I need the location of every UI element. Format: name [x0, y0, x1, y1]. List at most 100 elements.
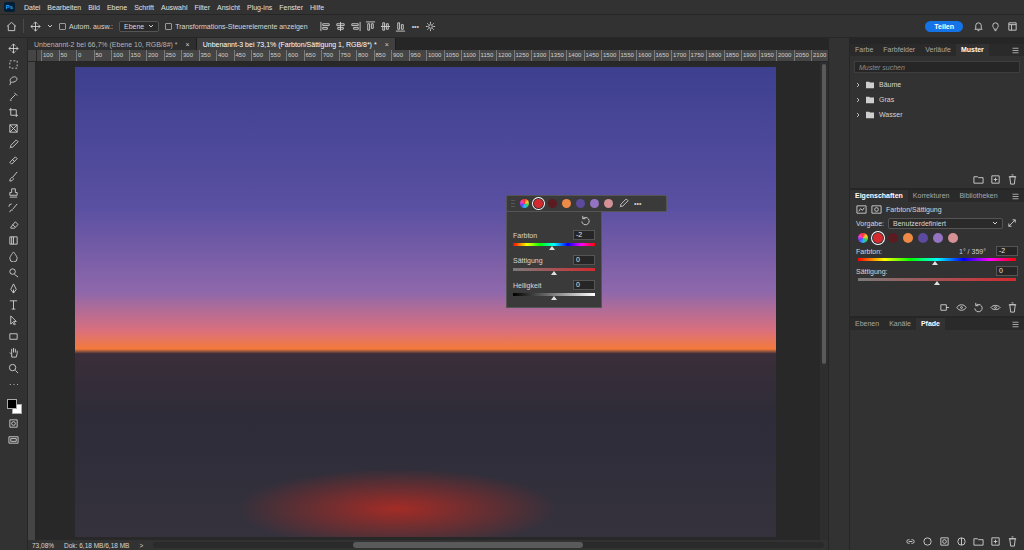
menu-item[interactable]: Hilfe: [310, 4, 324, 11]
channel-swatch[interactable]: [590, 199, 599, 208]
marquee-tool-icon[interactable]: [8, 59, 19, 70]
quick-select-tool-icon[interactable]: [8, 91, 19, 102]
panel-tab[interactable]: Eigenschaften: [850, 190, 908, 202]
blur-tool-icon[interactable]: [8, 251, 19, 262]
reset-icon[interactable]: [580, 215, 591, 226]
eyedropper-tool-icon[interactable]: [8, 139, 19, 150]
checkbox-box[interactable]: [59, 23, 66, 30]
field-value-input[interactable]: -2: [573, 230, 595, 240]
mask-icon[interactable]: [871, 204, 882, 215]
horizontal-scrollbar[interactable]: [153, 542, 824, 548]
new-group-icon[interactable]: [973, 174, 984, 185]
gear-icon[interactable]: [425, 21, 436, 32]
menu-item[interactable]: Ebene: [107, 4, 127, 11]
channel-swatch[interactable]: [548, 199, 557, 208]
scrollbar-thumb[interactable]: [353, 542, 583, 548]
channel-swatch[interactable]: [858, 233, 868, 243]
add-icon[interactable]: [990, 174, 1001, 185]
expand-icon[interactable]: [855, 97, 861, 103]
slider-thumb[interactable]: [549, 246, 555, 250]
clip-icon[interactable]: [939, 302, 950, 313]
type-tool-icon[interactable]: [8, 299, 19, 310]
panel-tab[interactable]: Farbfelder: [878, 44, 920, 56]
share-button[interactable]: Teilen: [925, 21, 963, 32]
transform-controls-checkbox[interactable]: Transformations-Steuerelemente anzeigen: [165, 23, 307, 30]
panel-tab[interactable]: Farbe: [850, 44, 878, 56]
channel-swatch[interactable]: [933, 233, 943, 243]
screen-mode-icon[interactable]: [8, 434, 19, 445]
zoom-tool-icon[interactable]: [8, 363, 19, 374]
auto-select-checkbox[interactable]: Autom. ausw.:: [59, 23, 113, 30]
menu-item[interactable]: Fenster: [279, 4, 303, 11]
expand-icon[interactable]: [855, 82, 861, 88]
more-options-button[interactable]: •••: [634, 200, 641, 207]
photo[interactable]: [75, 67, 776, 537]
menu-item[interactable]: Datei: [24, 4, 40, 11]
pattern-folder[interactable]: Bäume: [850, 77, 1024, 92]
grip-icon[interactable]: [511, 199, 515, 209]
rectangle-tool-icon[interactable]: [8, 331, 19, 342]
workspace-icon[interactable]: [1007, 21, 1018, 32]
panel-menu-icon[interactable]: [1011, 46, 1020, 55]
menu-item[interactable]: Bild: [88, 4, 100, 11]
field-value-input[interactable]: 0: [573, 280, 595, 290]
trash-icon[interactable]: [1007, 536, 1018, 547]
panel-tab[interactable]: Verläufe: [920, 44, 956, 56]
new-group-icon[interactable]: [973, 536, 984, 547]
more-tools-icon[interactable]: [8, 379, 19, 390]
document-tab[interactable]: Unbenannt-2 bei 66,7% (Ebene 10, RGB/8#)…: [28, 38, 197, 50]
panel-tab[interactable]: Korrekturen: [908, 190, 955, 202]
pattern-folder[interactable]: Wasser: [850, 107, 1024, 122]
foreground-color-swatch[interactable]: [7, 399, 17, 409]
eraser-tool-icon[interactable]: [8, 219, 19, 230]
pen-tool-icon[interactable]: [8, 283, 19, 294]
slider-track[interactable]: [513, 268, 595, 271]
path-select-tool-icon[interactable]: [8, 315, 19, 326]
panel-tab[interactable]: Pfade: [916, 318, 945, 330]
menu-item[interactable]: Auswahl: [161, 4, 187, 11]
channel-swatch[interactable]: [520, 199, 529, 208]
menu-item[interactable]: Plug-ins: [247, 4, 272, 11]
align-middle-icon[interactable]: [380, 21, 391, 32]
panel-tab[interactable]: Ebenen: [850, 318, 884, 330]
align-center-icon[interactable]: [335, 21, 346, 32]
move-tool-icon[interactable]: [8, 43, 19, 54]
panel-tab[interactable]: Kanäle: [884, 318, 916, 330]
field-value-input[interactable]: -2: [996, 246, 1018, 256]
channel-swatch[interactable]: [948, 233, 958, 243]
lightbulb-icon[interactable]: [990, 21, 1001, 32]
align-bottom-icon[interactable]: [395, 21, 406, 32]
visibility-icon[interactable]: [990, 302, 1001, 313]
brush-tool-icon[interactable]: [8, 171, 19, 182]
effects-icon[interactable]: [922, 536, 933, 547]
frame-tool-icon[interactable]: [8, 123, 19, 134]
channel-swatch[interactable]: [576, 199, 585, 208]
panel-tab[interactable]: Bibliotheken: [954, 190, 1002, 202]
close-tab-button[interactable]: ×: [186, 41, 190, 48]
document-tab[interactable]: Unbenannt-3 bei 73,1% (Farbton/Sättigung…: [197, 38, 396, 50]
move-tool-icon[interactable]: [30, 21, 41, 32]
channel-swatch[interactable]: [873, 233, 883, 243]
status-menu-button[interactable]: >: [139, 542, 143, 549]
preset-dropdown[interactable]: Benutzerdefiniert: [888, 218, 1003, 229]
slider-track[interactable]: [858, 278, 1016, 281]
trash-icon[interactable]: [1007, 302, 1018, 313]
vertical-scrollbar[interactable]: [820, 62, 828, 540]
scrollbar-thumb[interactable]: [822, 64, 826, 364]
slider-thumb[interactable]: [551, 271, 557, 275]
menu-item[interactable]: Bearbeiten: [47, 4, 81, 11]
slider-thumb[interactable]: [934, 281, 940, 285]
menu-item[interactable]: Filter: [194, 4, 210, 11]
more-options-button[interactable]: •••: [412, 23, 419, 30]
stamp-tool-icon[interactable]: [8, 187, 19, 198]
history-brush-tool-icon[interactable]: [8, 203, 19, 214]
channel-swatch[interactable]: [562, 199, 571, 208]
home-icon[interactable]: [6, 21, 17, 32]
slider-track[interactable]: [513, 243, 595, 246]
menu-item[interactable]: Ansicht: [217, 4, 240, 11]
view-previous-icon[interactable]: [956, 302, 967, 313]
field-value-input[interactable]: 0: [573, 255, 595, 265]
bell-icon[interactable]: [973, 21, 984, 32]
preset-options-icon[interactable]: [1007, 218, 1018, 229]
caret-icon[interactable]: [47, 23, 53, 29]
